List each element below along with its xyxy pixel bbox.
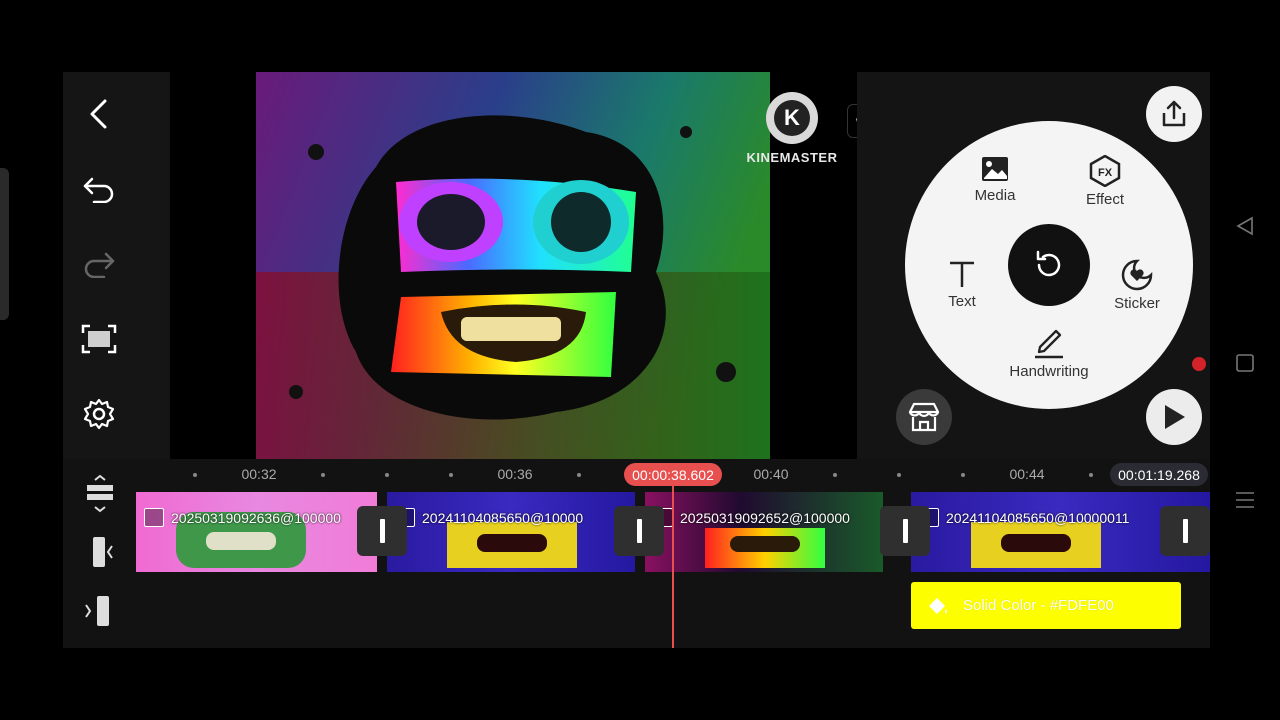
wheel-media-label: Media xyxy=(974,187,1016,204)
ruler-dot xyxy=(897,473,901,477)
svg-text:FX: FX xyxy=(1098,167,1113,179)
transition-icon xyxy=(902,519,908,543)
expand-tracks-icon xyxy=(87,474,113,513)
transition-button[interactable] xyxy=(880,506,930,556)
clip-name: 20250319092636@100000 xyxy=(171,509,341,526)
ruler-dot xyxy=(321,473,325,477)
left-toolbar xyxy=(63,72,170,459)
wheel-effect[interactable]: FX Effect xyxy=(1075,155,1135,208)
nav-back-icon xyxy=(1236,216,1253,236)
timeline-clip[interactable]: 20241104085650@10000 xyxy=(387,492,635,572)
total-duration: 00:01:19.268 xyxy=(1110,463,1208,486)
clip-label: 20250319092636@100000 xyxy=(144,508,341,527)
fullscreen-icon xyxy=(81,324,117,354)
track-height-button[interactable] xyxy=(80,474,120,514)
clip-name: 20241104085650@10000 xyxy=(422,509,584,526)
wheel-text-label: Text xyxy=(948,293,976,310)
playhead[interactable] xyxy=(672,486,674,648)
trim-start-button[interactable] xyxy=(80,532,120,572)
ruler-dot xyxy=(961,473,965,477)
clip-label: 20241104085650@10000011 xyxy=(919,508,1129,527)
ruler-label: 00:40 xyxy=(753,466,789,482)
clip-label: 20241104085650@10000 xyxy=(395,508,583,527)
clip-name: 20250319092652@100000 xyxy=(680,509,850,526)
timeline-clip[interactable]: 20250319092652@100000 xyxy=(645,492,883,572)
nav-menu-icon xyxy=(1236,492,1254,508)
ruler-label: 00:44 xyxy=(1009,466,1045,482)
ruler-dot xyxy=(385,473,389,477)
play-button[interactable] xyxy=(1146,389,1202,445)
settings-button[interactable] xyxy=(79,394,119,434)
redo-icon xyxy=(84,252,115,278)
wheel-handwriting-label: Handwriting xyxy=(1009,363,1089,380)
wheel-effect-label: Effect xyxy=(1085,191,1125,208)
wheel-media[interactable]: Media xyxy=(965,155,1025,204)
edge-handle[interactable] xyxy=(0,168,9,320)
handwriting-icon xyxy=(1035,329,1063,359)
back-button[interactable] xyxy=(79,94,119,134)
kinemaster-logo: K xyxy=(766,92,818,144)
settings-icon xyxy=(83,398,115,430)
current-time: 00:00:38.602 xyxy=(624,463,722,486)
ruler-dot xyxy=(449,473,453,477)
share-icon xyxy=(1162,100,1186,127)
export-button[interactable] xyxy=(1146,86,1202,142)
media-icon xyxy=(982,157,1008,181)
ruler-dot xyxy=(577,473,581,477)
transition-button[interactable] xyxy=(614,506,664,556)
wheel-text[interactable]: Text xyxy=(935,259,989,310)
wheel-sticker-label: Sticker xyxy=(1114,295,1160,312)
solid-color-label: Solid Color - #FDFE00 xyxy=(963,597,1114,614)
trim-end-button[interactable] xyxy=(80,591,120,631)
nav-home-button[interactable] xyxy=(1236,354,1254,377)
video-preview[interactable] xyxy=(256,72,770,459)
asset-store-button[interactable] xyxy=(896,389,952,445)
clip-label: 20250319092652@100000 xyxy=(653,508,850,527)
ruler-dot xyxy=(193,473,197,477)
rotate-icon xyxy=(1036,250,1061,277)
back-icon xyxy=(90,99,107,129)
clip-name: 20241104085650@10000011 xyxy=(946,509,1130,526)
store-icon xyxy=(908,402,940,432)
undo-icon xyxy=(83,177,114,203)
wheel-sticker[interactable]: Sticker xyxy=(1107,259,1167,312)
trim-right-icon xyxy=(85,596,109,626)
undo-button[interactable] xyxy=(79,169,119,209)
transition-button[interactable] xyxy=(357,506,407,556)
redo-button[interactable] xyxy=(79,244,119,284)
ruler-label: 00:36 xyxy=(497,466,533,482)
nav-home-icon xyxy=(1236,354,1254,372)
fullscreen-button[interactable] xyxy=(79,319,119,359)
transition-icon xyxy=(636,519,642,543)
paint-bucket-icon xyxy=(929,598,947,614)
effect-icon: FX xyxy=(1089,155,1121,187)
transition-button[interactable] xyxy=(1160,506,1210,556)
transition-icon xyxy=(379,519,385,543)
solid-color-layer[interactable]: Solid Color - #FDFE00 xyxy=(911,582,1181,629)
ruler-dot xyxy=(1089,473,1093,477)
image-icon xyxy=(144,508,164,527)
record-indicator xyxy=(1192,357,1206,371)
rotate-button[interactable] xyxy=(1008,224,1090,306)
ruler-label: 00:32 xyxy=(241,466,277,482)
nav-recents-button[interactable] xyxy=(1235,490,1255,515)
brand-name: KINEMASTER xyxy=(746,150,838,165)
nav-back-button[interactable] xyxy=(1236,216,1254,241)
text-icon xyxy=(950,261,974,287)
wheel-handwriting[interactable]: Handwriting xyxy=(999,327,1099,380)
timeline-clip[interactable]: 20250319092636@100000 xyxy=(136,492,377,572)
trim-left-icon xyxy=(93,537,113,567)
logo-letter: K xyxy=(774,100,810,136)
sticker-icon xyxy=(1121,259,1153,291)
transition-icon xyxy=(1182,519,1188,543)
ruler-dot xyxy=(833,473,837,477)
play-icon xyxy=(1165,405,1185,429)
